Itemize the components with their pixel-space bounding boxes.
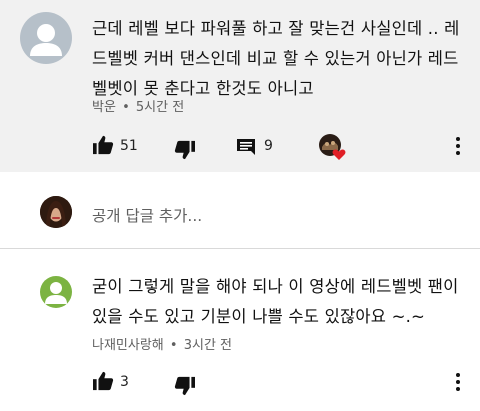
- reply-button[interactable]: [236, 138, 256, 156]
- reply-count: 9: [264, 138, 273, 154]
- like-button[interactable]: [92, 371, 114, 391]
- add-reply-input[interactable]: 공개 답글 추가...: [92, 204, 202, 226]
- thumb-down-icon: [174, 140, 195, 160]
- comment-meta: 나재민사랑해 • 3시간 전: [92, 334, 232, 353]
- default-person-icon: [30, 24, 62, 56]
- creator-heart-icon: [319, 134, 346, 160]
- creator-heart-badge: [318, 133, 346, 161]
- meta-separator: •: [122, 100, 130, 115]
- comment-text-line: 굳이 그렇게 말을 해야 되나 이 영상에 레드벨벳 팬이: [92, 277, 459, 296]
- divider: [0, 248, 480, 249]
- like-count: 51: [120, 138, 138, 154]
- thumb-up-icon: [93, 371, 114, 391]
- comment-meta: 박운 • 5시간 전: [92, 96, 184, 115]
- more-vert-icon: [456, 137, 460, 155]
- comment-text-line: 드벨벳 커버 댄스인데 비교 할 수 있는거 아닌가 레드: [92, 49, 459, 68]
- comment-time[interactable]: 5시간 전: [136, 100, 184, 115]
- thumb-down-icon: [174, 376, 195, 396]
- thumb-up-icon: [93, 135, 114, 155]
- comment-text-line: 근데 레벨 보다 파워풀 하고 잘 맞는건 사실인데 .. 레: [92, 19, 460, 38]
- user-avatar: [40, 196, 72, 228]
- author-name[interactable]: 박운: [92, 100, 116, 115]
- dislike-button[interactable]: [174, 140, 196, 160]
- dislike-button[interactable]: [174, 376, 196, 396]
- more-vert-icon: [456, 373, 460, 391]
- avatar[interactable]: [40, 276, 72, 308]
- like-count: 3: [120, 374, 129, 390]
- comment-text-line: 있을 수도 있고 기분이 나쁠 수도 있잖아요 ~.~: [92, 307, 426, 326]
- comment-icon: [237, 139, 255, 155]
- avatar[interactable]: [20, 12, 72, 64]
- like-button[interactable]: [92, 135, 114, 155]
- user-photo-icon: [40, 196, 72, 228]
- author-name[interactable]: 나재민사랑해: [92, 338, 164, 353]
- comment-text: 근데 레벨 보다 파워풀 하고 잘 맞는건 사실인데 .. 레 드벨벳 커버 댄…: [92, 14, 472, 104]
- meta-separator: •: [169, 338, 178, 353]
- comment-text: 굳이 그렇게 말을 해야 되나 이 영상에 레드벨벳 팬이 있을 수도 있고 기…: [92, 272, 472, 332]
- more-options-button[interactable]: [454, 136, 462, 156]
- more-options-button[interactable]: [454, 372, 462, 392]
- default-person-icon: [45, 282, 67, 304]
- comment-time[interactable]: 3시간 전: [184, 338, 232, 353]
